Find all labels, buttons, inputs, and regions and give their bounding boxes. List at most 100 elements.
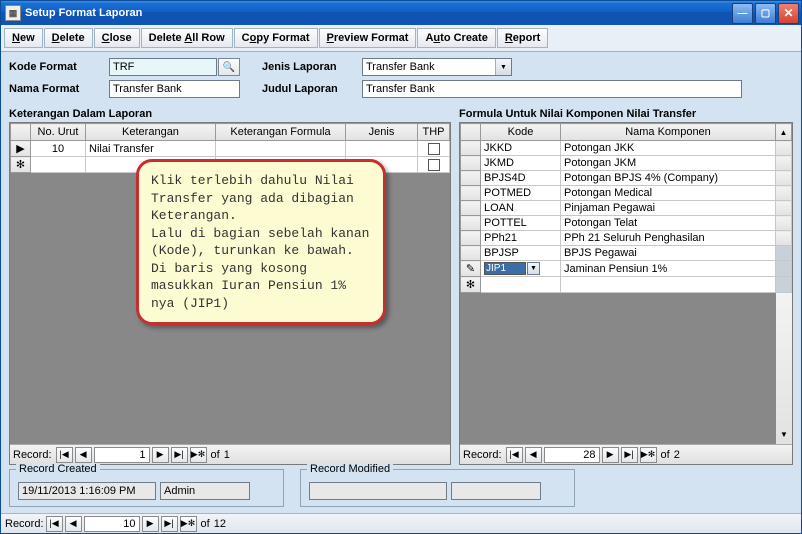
scrollbar-track[interactable] <box>776 171 792 186</box>
cell-nama-komponen[interactable]: Jaminan Pensiun 1% <box>561 261 776 277</box>
left-header-thp[interactable]: THP <box>418 124 450 141</box>
nav-current-field[interactable] <box>94 447 150 463</box>
judul-laporan-field[interactable] <box>362 80 742 98</box>
table-row[interactable]: POTTELPotongan Telat <box>461 216 792 231</box>
nav-new-button[interactable]: ▶✻ <box>180 516 197 532</box>
table-row[interactable]: POTMEDPotongan Medical <box>461 186 792 201</box>
jenis-laporan-combo[interactable]: Transfer Bank ▼ <box>362 58 512 76</box>
nav-last-button[interactable]: ▶| <box>621 447 638 463</box>
right-header-nama[interactable]: Nama Komponen <box>561 124 776 141</box>
nav-first-button[interactable]: |◀ <box>56 447 73 463</box>
left-header-keterangan[interactable]: Keterangan <box>86 124 216 141</box>
menu-close[interactable]: Close <box>94 28 140 48</box>
table-row[interactable]: JKKDPotongan JKK <box>461 141 792 156</box>
nav-next-button[interactable]: ▶ <box>602 447 619 463</box>
scrollbar-track[interactable] <box>776 246 792 261</box>
table-row[interactable]: JKMDPotongan JKM <box>461 156 792 171</box>
kode-format-lookup-button[interactable]: 🔍 <box>218 58 240 76</box>
cell-nama-komponen[interactable]: PPh 21 Seluruh Penghasilan <box>561 231 776 246</box>
nav-current-field[interactable] <box>544 447 600 463</box>
minimize-button[interactable]: — <box>732 3 753 24</box>
formula-grid-wrap: Kode Nama Komponen ▲ JKKDPotongan JKKJKM… <box>459 122 793 465</box>
nav-prev-button[interactable]: ◀ <box>75 447 92 463</box>
cell-kode[interactable]: JKKD <box>481 141 561 156</box>
scrollbar-track[interactable] <box>776 261 792 277</box>
menu-delete-all-row[interactable]: Delete All Row <box>141 28 233 48</box>
cell-kode[interactable] <box>481 277 561 293</box>
scrollbar-track[interactable] <box>776 231 792 246</box>
cell-thp[interactable] <box>418 157 450 173</box>
cell-no-urut[interactable] <box>31 157 86 173</box>
menu-new[interactable]: New <box>4 28 43 48</box>
cell-keterangan[interactable]: Nilai Transfer <box>86 141 216 157</box>
cell-thp[interactable] <box>418 141 450 157</box>
menu-delete[interactable]: Delete <box>44 28 93 48</box>
maximize-button[interactable]: ▢ <box>755 3 776 24</box>
left-header-jenis[interactable]: Jenis <box>346 124 418 141</box>
cell-kode[interactable]: BPJSP <box>481 246 561 261</box>
nav-new-button[interactable]: ▶✻ <box>640 447 657 463</box>
nav-prev-button[interactable]: ◀ <box>65 516 82 532</box>
cell-kode[interactable]: BPJS4D <box>481 171 561 186</box>
scroll-down-button[interactable]: ▼ <box>777 430 791 444</box>
nav-last-button[interactable]: ▶| <box>161 516 178 532</box>
table-row[interactable]: ▶ 10 Nilai Transfer <box>11 141 450 157</box>
cell-kode[interactable]: POTTEL <box>481 216 561 231</box>
nav-next-button[interactable]: ▶ <box>152 447 169 463</box>
nama-format-field[interactable] <box>109 80 240 98</box>
scroll-up-button[interactable]: ▲ <box>776 124 792 141</box>
row-selector-icon <box>461 156 481 171</box>
cell-nama-komponen[interactable]: Potongan JKK <box>561 141 776 156</box>
scrollbar-track[interactable] <box>776 201 792 216</box>
scrollbar-track[interactable] <box>776 141 792 156</box>
kode-edit-input[interactable]: JIP1 <box>484 262 526 275</box>
cell-kode[interactable]: PPh21 <box>481 231 561 246</box>
menu-copy-format[interactable]: Copy Format <box>234 28 318 48</box>
nav-prev-button[interactable]: ◀ <box>525 447 542 463</box>
table-row-new[interactable]: ✻ <box>461 277 792 293</box>
cell-nama-komponen[interactable]: Potongan Telat <box>561 216 776 231</box>
nav-new-button[interactable]: ▶✻ <box>190 447 207 463</box>
menu-report[interactable]: Report <box>497 28 548 48</box>
cell-kode[interactable]: JKMD <box>481 156 561 171</box>
right-header-kode[interactable]: Kode <box>481 124 561 141</box>
table-row-editing[interactable]: ✎JIP1▼Jaminan Pensiun 1% <box>461 261 792 277</box>
cell-kode[interactable]: JIP1▼ <box>481 261 561 277</box>
cell-nama-komponen[interactable] <box>561 277 776 293</box>
left-header-no[interactable]: No. Urut <box>31 124 86 141</box>
kode-format-field[interactable] <box>109 58 217 76</box>
scrollbar-track[interactable] <box>776 216 792 231</box>
table-row[interactable]: BPJSPBPJS Pegawai <box>461 246 792 261</box>
cell-nama-komponen[interactable]: Potongan BPJS 4% (Company) <box>561 171 776 186</box>
menu-auto-create[interactable]: Auto Create <box>417 28 495 48</box>
cell-nama-komponen[interactable]: BPJS Pegawai <box>561 246 776 261</box>
table-row[interactable]: PPh21PPh 21 Seluruh Penghasilan <box>461 231 792 246</box>
nav-last-button[interactable]: ▶| <box>171 447 188 463</box>
cell-no-urut[interactable]: 10 <box>31 141 86 157</box>
nav-current-field[interactable] <box>84 516 140 532</box>
menu-preview-format[interactable]: Preview Format <box>319 28 417 48</box>
left-header-keterangan-formula[interactable]: Keterangan Formula <box>216 124 346 141</box>
nav-next-button[interactable]: ▶ <box>142 516 159 532</box>
row-selector-icon <box>461 231 481 246</box>
chevron-down-icon[interactable]: ▼ <box>527 262 540 275</box>
checkbox-icon[interactable] <box>428 159 440 171</box>
table-row[interactable]: LOANPinjaman Pegawai <box>461 201 792 216</box>
scrollbar-track[interactable] <box>776 277 792 293</box>
cell-keterangan-formula[interactable] <box>216 141 346 157</box>
cell-nama-komponen[interactable]: Pinjaman Pegawai <box>561 201 776 216</box>
formula-grid[interactable]: Kode Nama Komponen ▲ JKKDPotongan JKKJKM… <box>460 123 792 293</box>
chevron-down-icon[interactable]: ▼ <box>495 59 511 75</box>
table-row[interactable]: BPJS4DPotongan BPJS 4% (Company) <box>461 171 792 186</box>
nav-first-button[interactable]: |◀ <box>46 516 63 532</box>
cell-kode[interactable]: LOAN <box>481 201 561 216</box>
cell-nama-komponen[interactable]: Potongan JKM <box>561 156 776 171</box>
close-button[interactable]: ✕ <box>778 3 799 24</box>
checkbox-icon[interactable] <box>428 143 440 155</box>
scrollbar-track[interactable] <box>776 186 792 201</box>
cell-jenis[interactable] <box>346 141 418 157</box>
cell-kode[interactable]: POTMED <box>481 186 561 201</box>
scrollbar-track[interactable] <box>776 156 792 171</box>
nav-first-button[interactable]: |◀ <box>506 447 523 463</box>
cell-nama-komponen[interactable]: Potongan Medical <box>561 186 776 201</box>
